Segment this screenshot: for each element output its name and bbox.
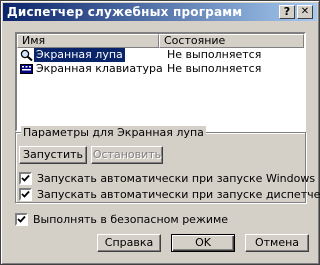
auto-start-dispatcher-checkbox[interactable]: [19, 188, 32, 201]
checkmark-icon: [17, 215, 26, 223]
stop-button[interactable]: Остановить: [91, 146, 163, 164]
utility-list[interactable]: Имя Состояние Экранная лупа Не выполняет…: [15, 32, 306, 132]
column-header-status[interactable]: Состояние: [159, 34, 304, 48]
utility-manager-dialog: Диспетчер служебных программ ? ✕ Имя Сос…: [0, 0, 320, 265]
help-title-button[interactable]: ?: [279, 5, 295, 19]
title-bar[interactable]: Диспетчер служебных программ ? ✕: [3, 3, 317, 21]
list-item-name: Экранная клавиатура: [36, 62, 163, 75]
list-item-status: Не выполняется: [167, 62, 262, 75]
list-item[interactable]: Экранная клавиатура Не выполняется: [17, 62, 304, 76]
window-title: Диспетчер служебных программ: [7, 5, 243, 19]
column-header-name[interactable]: Имя: [17, 34, 159, 48]
magnifier-icon: [20, 49, 33, 61]
options-group-title: Параметры для Экранная лупа: [21, 126, 206, 139]
auto-start-dispatcher-label[interactable]: Запускать автоматически при запуске дисп…: [37, 188, 320, 201]
checkmark-icon: [21, 190, 30, 198]
auto-start-windows-checkbox[interactable]: [19, 172, 32, 185]
close-button[interactable]: ✕: [297, 5, 313, 19]
help-button[interactable]: Справка: [97, 234, 161, 252]
list-item[interactable]: Экранная лупа Не выполняется: [17, 48, 304, 62]
keyboard-icon: [20, 64, 33, 74]
cancel-button[interactable]: Отмена: [245, 234, 309, 252]
safe-mode-checkbox[interactable]: [15, 213, 28, 226]
safe-mode-label[interactable]: Выполнять в безопасном режиме: [33, 213, 228, 226]
checkmark-icon: [21, 174, 30, 182]
auto-start-windows-label[interactable]: Запускать автоматически при запуске Wind…: [37, 172, 315, 185]
list-item-name: Экранная лупа: [34, 48, 125, 62]
start-button[interactable]: Запустить: [19, 146, 87, 164]
list-header: Имя Состояние: [17, 34, 304, 48]
list-item-status: Не выполняется: [167, 48, 262, 61]
ok-button[interactable]: OK: [171, 234, 235, 252]
